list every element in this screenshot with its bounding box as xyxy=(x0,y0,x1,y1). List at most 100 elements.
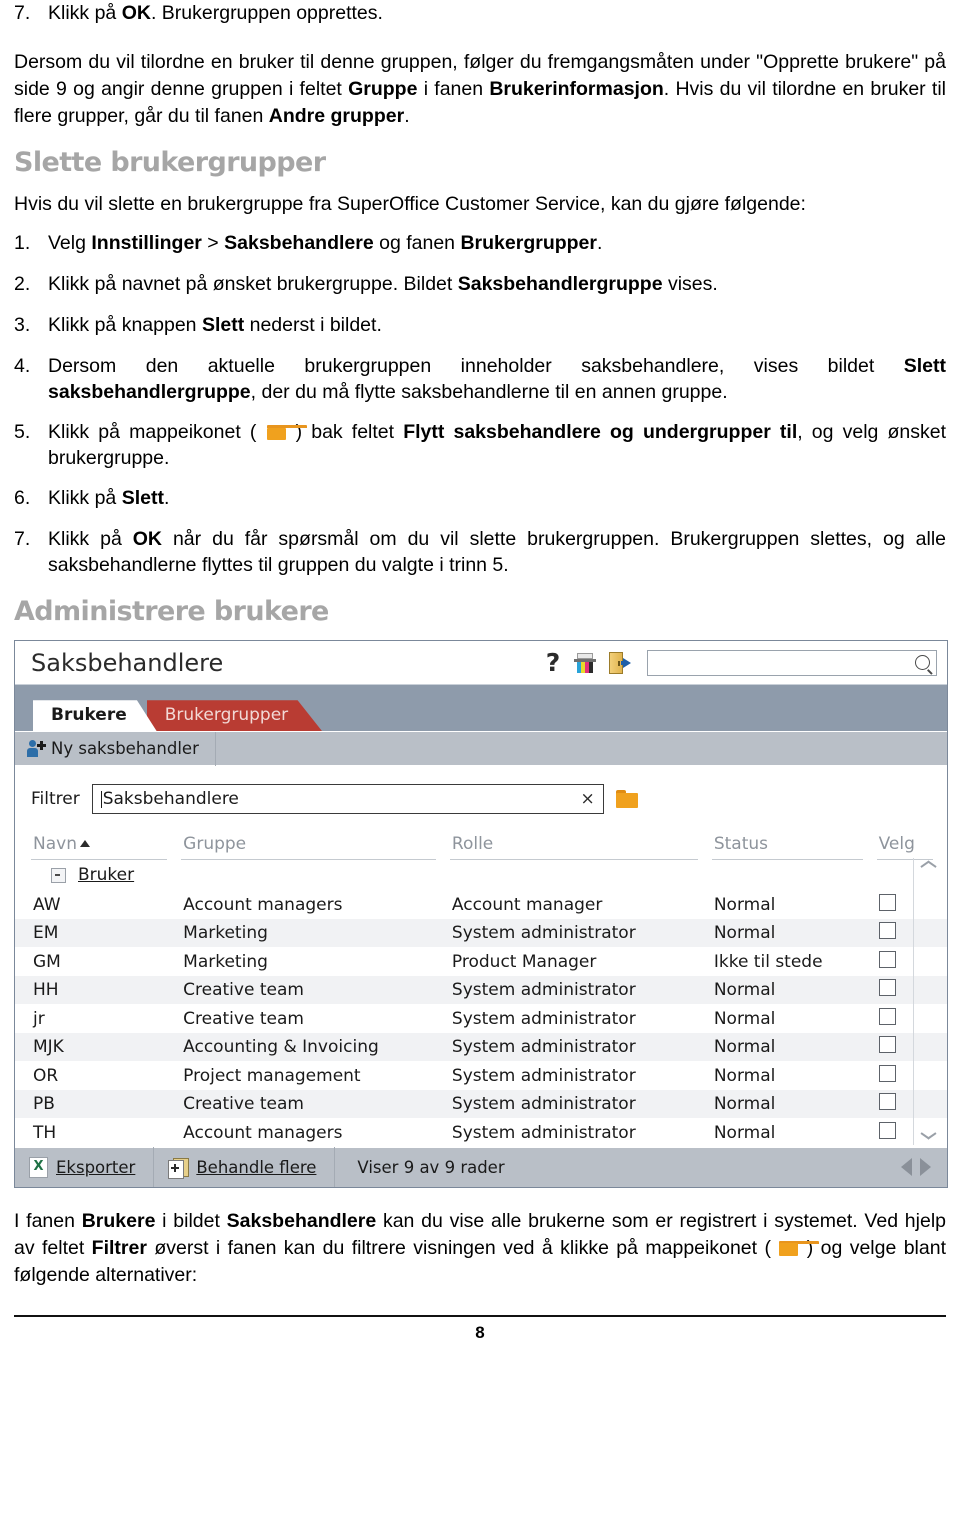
tab-brukergrupper[interactable]: Brukergrupper xyxy=(146,700,323,732)
closing-paragraph: I fanen Brukere i bildet Saksbehandlere … xyxy=(14,1209,947,1286)
filter-row: Filtrer Saksbehandlere × xyxy=(15,766,947,828)
list-item-number: 4. xyxy=(14,354,31,377)
cell-status: Normal xyxy=(713,1122,776,1143)
cell-status: Normal xyxy=(713,894,776,915)
section-heading-slette-brukergrupper: Slette brukergrupper xyxy=(14,146,326,178)
list-item-text: Klikk på navnet på ønsket brukergruppe. … xyxy=(48,273,718,296)
filter-folder-icon[interactable] xyxy=(615,790,638,809)
sort-ascending-icon xyxy=(79,839,90,847)
list-item-text: Klikk på mappeikonet ( ) bak feltet Flyt… xyxy=(48,421,947,470)
table-row[interactable]: MJK Accounting & Invoicing System administ… xyxy=(15,1032,947,1062)
table-row[interactable]: AW Account managers Account manager Normal xyxy=(15,890,947,919)
table-row[interactable]: PB Creative team System administrator Norma… xyxy=(15,1089,947,1119)
grid-group-row[interactable]: Bruker xyxy=(15,860,947,890)
cell-gruppe: Accounting & Invoicing xyxy=(183,1037,379,1058)
app-footer-bar: Eksporter Behandle flere Viser 9 av 9 ra… xyxy=(15,1146,947,1187)
bulk-edit-button[interactable]: Behandle flere xyxy=(154,1147,336,1187)
app-action-bar: Ny saksbehandler xyxy=(15,731,947,766)
list-item-number: 3. xyxy=(14,314,31,337)
cell-navn: OR xyxy=(33,1065,59,1086)
cell-gruppe: Marketing xyxy=(183,951,268,972)
table-row[interactable]: jr Creative team System administrator Norma… xyxy=(15,1004,947,1033)
list-item: 1. Velg Innstillinger > Saksbehandlere o… xyxy=(14,230,946,257)
list-item: 5. Klikk på mappeikonet ( ) bak feltet F… xyxy=(14,419,946,471)
print-colors-icon[interactable] xyxy=(574,652,596,674)
column-header-navn-label: Navn xyxy=(33,834,77,855)
next-page-icon[interactable] xyxy=(920,1158,931,1177)
cell-rolle: System administrator xyxy=(451,923,636,944)
lead-paragraph: Hvis du vil slette en brukergruppe fra S… xyxy=(14,193,806,216)
app-title: Saksbehandlere xyxy=(31,648,224,677)
logout-icon[interactable] xyxy=(609,651,635,674)
collapse-group-icon[interactable] xyxy=(51,867,66,883)
cell-navn: GM xyxy=(33,951,61,972)
filter-input[interactable]: Saksbehandlere × xyxy=(91,784,604,815)
list-item-text: Klikk på Slett. xyxy=(48,487,170,510)
scroll-down-icon[interactable] xyxy=(921,1130,936,1139)
list-item-number: 2. xyxy=(14,273,31,296)
list-item: 7. Klikk på OK når du får spørsmål om du… xyxy=(14,526,946,578)
export-button[interactable]: Eksporter xyxy=(15,1147,155,1187)
new-saksbehandler-label: Ny saksbehandler xyxy=(51,739,199,759)
help-icon[interactable]: ? xyxy=(545,650,561,675)
app-titlebar: Saksbehandlere ? xyxy=(15,641,947,686)
list-item: 7. Klikk på OK. Brukergruppen opprettes. xyxy=(14,0,946,27)
list-item-number: 6. xyxy=(14,487,31,510)
row-select-checkbox[interactable] xyxy=(878,893,896,911)
cell-status: Ikke til stede xyxy=(713,951,823,972)
document-page: 7. Klikk på OK. Brukergruppen opprettes.… xyxy=(0,0,960,1523)
text-caret xyxy=(100,790,102,808)
cell-navn: PB xyxy=(33,1094,55,1115)
row-select-checkbox[interactable] xyxy=(878,1036,896,1054)
excel-icon xyxy=(29,1156,48,1178)
embedded-app-screenshot: Saksbehandlere ? Brukere Brukergrupper N… xyxy=(14,640,948,1188)
row-select-checkbox[interactable] xyxy=(878,950,896,968)
cell-navn: TH xyxy=(33,1122,57,1143)
previous-page-icon[interactable] xyxy=(901,1158,912,1177)
row-count-status: Viser 9 av 9 rader xyxy=(357,1157,505,1177)
table-row[interactable]: GM Marketing Product Manager Ikke til stede xyxy=(15,947,947,976)
table-row[interactable]: OR Project management System administrator… xyxy=(15,1061,947,1090)
cell-navn: MJK xyxy=(33,1037,64,1058)
cell-rolle: System administrator xyxy=(451,1065,636,1086)
table-row[interactable]: HH Creative team System administrator Norma… xyxy=(15,975,947,1005)
app-content-panel: Filtrer Saksbehandlere × Navn Gruppe Rol… xyxy=(15,765,947,1147)
cell-gruppe: Account managers xyxy=(183,1122,343,1143)
cell-gruppe: Creative team xyxy=(183,1008,304,1029)
column-header-status[interactable]: Status xyxy=(711,834,863,861)
saksbehandlere-grid: Navn Gruppe Rolle Status Velg Bruker AW … xyxy=(15,828,947,1147)
grid-group-label[interactable]: Bruker xyxy=(78,865,134,885)
column-header-velg[interactable]: Velg xyxy=(876,834,934,861)
list-item-text: Klikk på OK. Brukergruppen opprettes. xyxy=(48,2,383,24)
tab-brukere[interactable]: Brukere xyxy=(33,700,157,732)
grid-vertical-scrollbar[interactable] xyxy=(913,858,943,1145)
list-item-number: 7. xyxy=(14,2,31,24)
column-header-gruppe[interactable]: Gruppe xyxy=(181,834,436,861)
cell-status: Normal xyxy=(713,1037,776,1058)
list-item: 2. Klikk på navnet på ønsket brukergrupp… xyxy=(14,271,946,298)
export-label: Eksporter xyxy=(56,1157,136,1177)
column-header-rolle[interactable]: Rolle xyxy=(449,834,698,861)
column-header-gruppe-label: Gruppe xyxy=(183,834,247,855)
row-select-checkbox[interactable] xyxy=(878,1064,896,1082)
cell-gruppe: Creative team xyxy=(183,980,304,1001)
row-select-checkbox[interactable] xyxy=(878,922,896,940)
clear-filter-icon[interactable]: × xyxy=(580,789,594,809)
document-body: 7. Klikk på OK. Brukergruppen opprettes.… xyxy=(14,0,946,626)
column-header-navn[interactable]: Navn xyxy=(31,834,168,861)
scroll-up-icon[interactable] xyxy=(921,864,936,873)
row-select-checkbox[interactable] xyxy=(878,979,896,997)
list-item-text: Dersom den aktuelle brukergruppen inneho… xyxy=(48,354,946,404)
row-select-checkbox[interactable] xyxy=(878,1007,896,1025)
cell-status: Normal xyxy=(713,980,776,1001)
cell-status: Normal xyxy=(713,1065,776,1086)
new-saksbehandler-button[interactable]: Ny saksbehandler xyxy=(15,731,216,766)
filter-label: Filtrer xyxy=(31,789,80,810)
bulk-edit-label: Behandle flere xyxy=(196,1157,317,1177)
table-row[interactable]: TH Account managers System administrator No… xyxy=(15,1118,947,1147)
row-select-checkbox[interactable] xyxy=(878,1121,896,1139)
new-user-icon xyxy=(27,739,46,758)
table-row[interactable]: EM Marketing System administrator Normal xyxy=(15,918,947,948)
search-input[interactable] xyxy=(647,649,937,676)
row-select-checkbox[interactable] xyxy=(878,1093,896,1111)
